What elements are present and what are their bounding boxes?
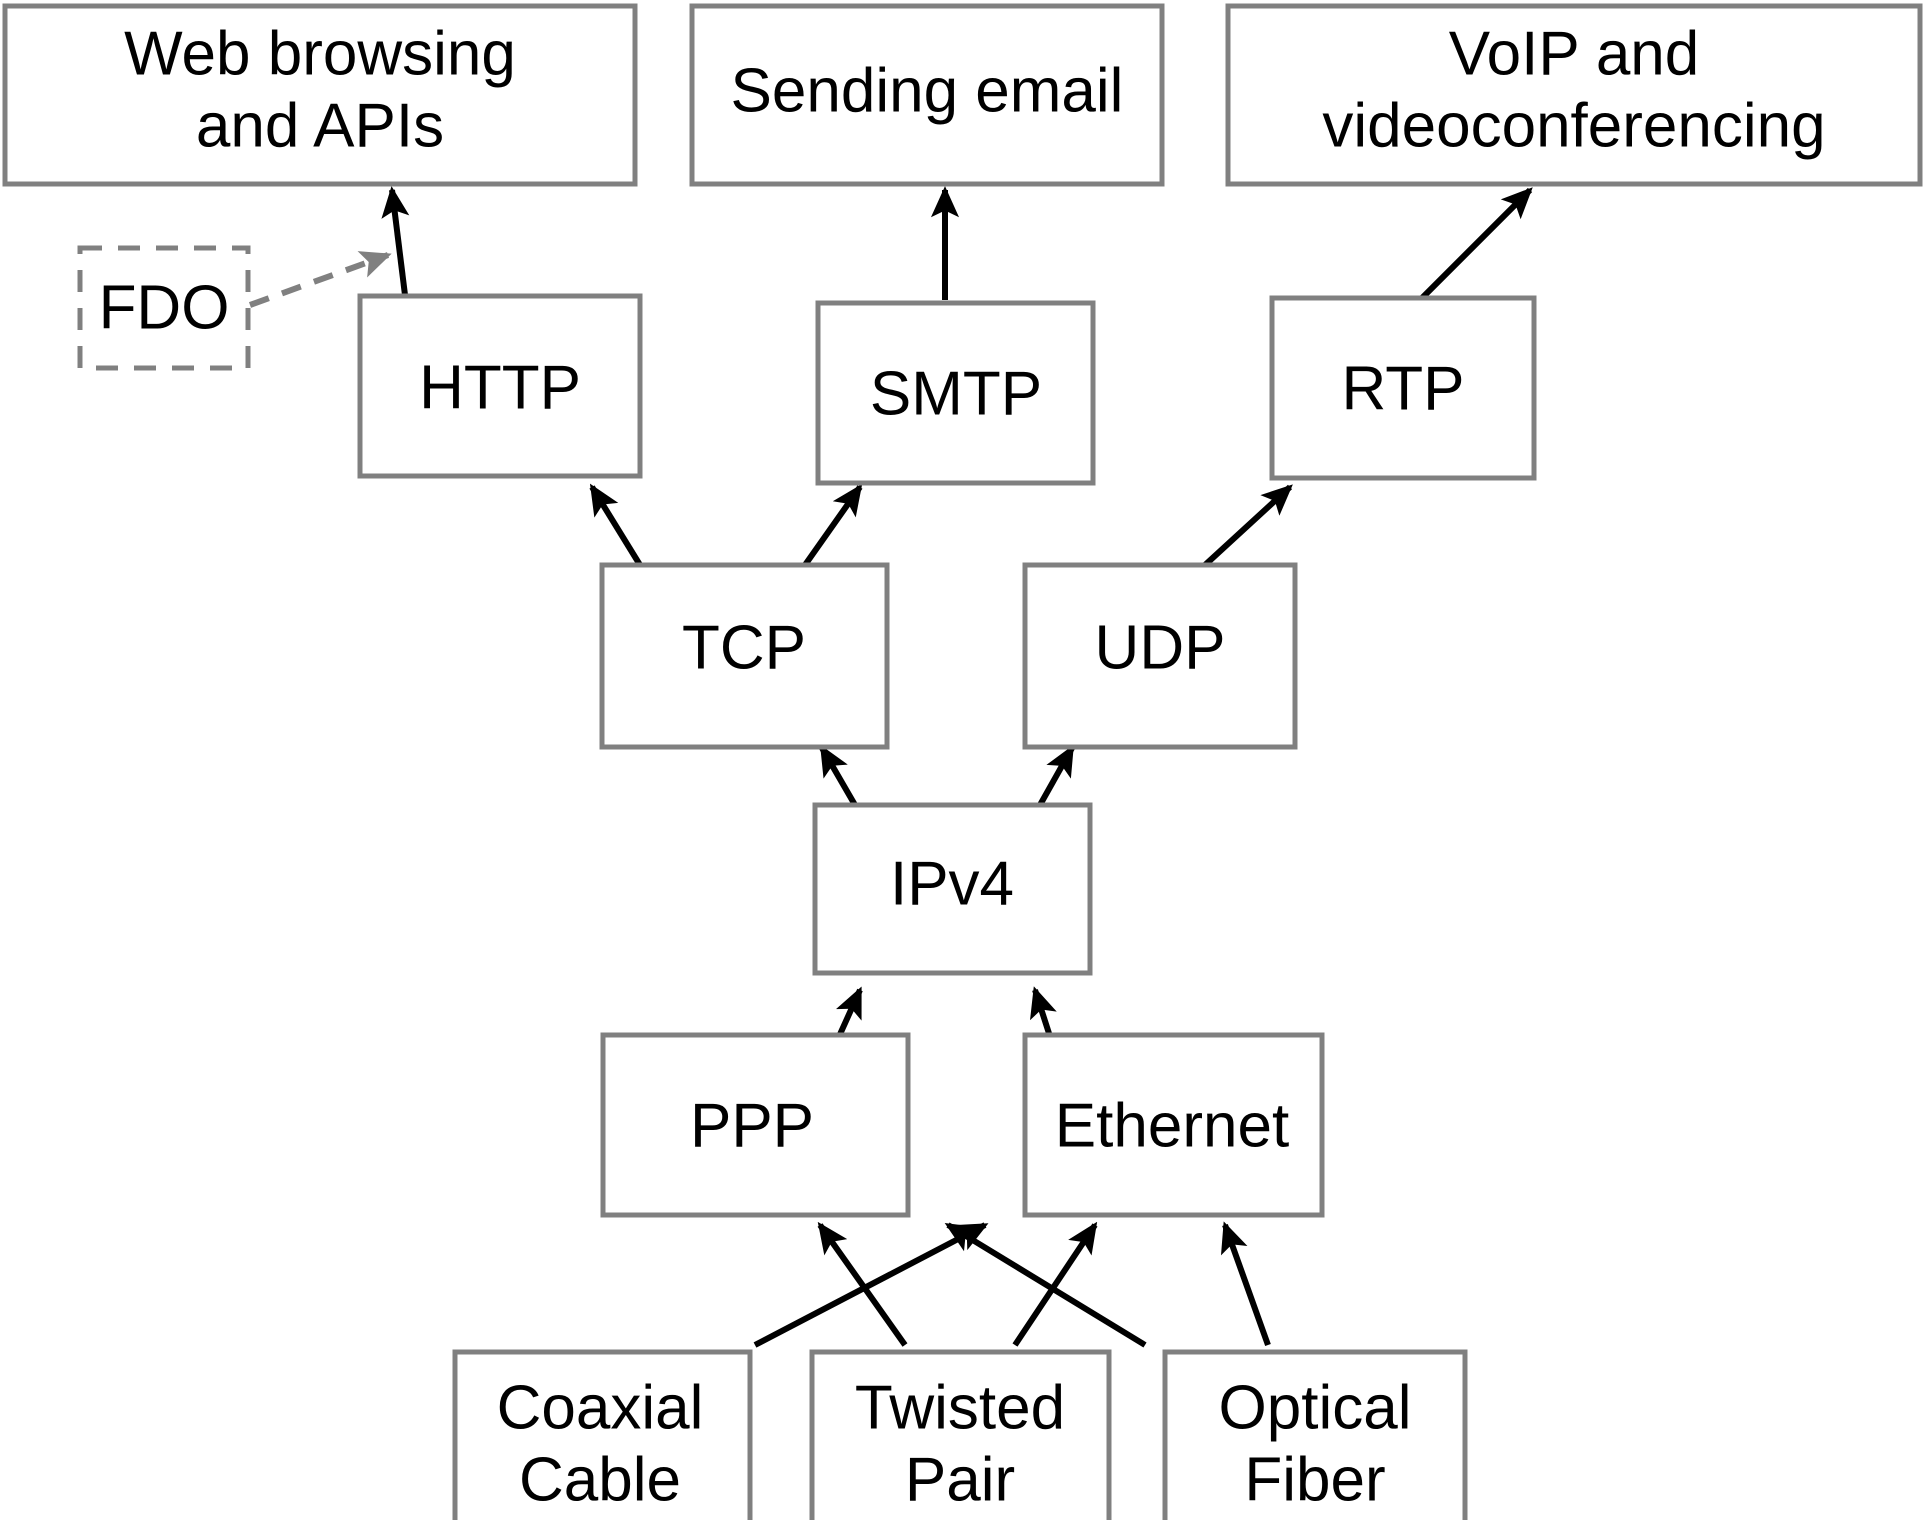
node-twisted-pair-label-line2: Pair (905, 1445, 1015, 1514)
node-optical-fiber-label-line1: Optical (1219, 1373, 1412, 1442)
node-smtp[interactable]: SMTP (815, 300, 1096, 486)
edge-tcp-to-http (589, 483, 643, 567)
node-voip[interactable]: VoIP and videoconferencing (1225, 3, 1923, 187)
edge-twisted-to-ppp (817, 1221, 908, 1347)
node-http[interactable]: HTTP (357, 293, 643, 479)
node-fdo-label: FDO (99, 273, 230, 342)
node-ipv4[interactable]: IPv4 (812, 802, 1093, 976)
edge-twisted-to-ethernet (1012, 1221, 1098, 1347)
node-optical-fiber[interactable]: Optical Fiber (1162, 1349, 1468, 1520)
edge-udp-to-rtp (1202, 484, 1293, 568)
node-optical-fiber-label-line2: Fiber (1244, 1445, 1385, 1514)
node-web-browsing[interactable]: Web browsing and APIs (2, 3, 638, 187)
edge-tcp-to-smtp (802, 483, 863, 567)
node-web-browsing-label-line1: Web browsing (124, 19, 516, 88)
edge-ipv4-to-tcp (819, 744, 858, 807)
node-coaxial-cable-label-line1: Coaxial (497, 1373, 704, 1442)
edge-fiber-to-ppp (944, 1222, 1147, 1348)
node-http-label: HTTP (419, 353, 581, 422)
node-ethernet-label: Ethernet (1055, 1091, 1289, 1160)
node-rtp-label: RTP (1342, 354, 1465, 423)
node-ppp[interactable]: PPP (600, 1032, 911, 1218)
node-smtp-label: SMTP (870, 359, 1042, 428)
node-sending-email-label-line1: Sending email (731, 56, 1124, 125)
edge-ipv4-to-udp (1037, 744, 1075, 807)
node-twisted-pair[interactable]: Twisted Pair (809, 1349, 1112, 1520)
node-web-browsing-label-line2: and APIs (196, 91, 444, 160)
node-twisted-pair-label-line1: Twisted (855, 1373, 1065, 1442)
node-coaxial-cable-label-line2: Cable (519, 1445, 681, 1514)
node-tcp-label: TCP (682, 613, 806, 682)
node-ipv4-label: IPv4 (890, 849, 1014, 918)
node-ppp-label: PPP (690, 1091, 814, 1160)
node-udp-label: UDP (1095, 613, 1226, 682)
edge-fiber-to-ethernet (1220, 1221, 1271, 1347)
node-coaxial-cable[interactable]: Coaxial Cable (452, 1349, 753, 1520)
node-fdo[interactable]: FDO (77, 245, 251, 371)
node-udp[interactable]: UDP (1022, 562, 1298, 750)
node-tcp[interactable]: TCP (599, 562, 890, 750)
node-voip-label-line2: videoconferencing (1322, 91, 1825, 160)
diagram-canvas: Web browsing and APIs Sending email VoIP… (2, 3, 1923, 1520)
protocol-stack-diagram: Web browsing and APIs Sending email VoIP… (0, 0, 1924, 1520)
edge-coax-to-ethernet (753, 1222, 989, 1348)
node-voip-label-line1: VoIP and (1449, 19, 1700, 88)
edge-rtp-to-voip (1417, 187, 1533, 303)
node-rtp[interactable]: RTP (1269, 295, 1537, 481)
edge-http-to-web (381, 186, 410, 296)
node-sending-email[interactable]: Sending email (689, 3, 1165, 187)
node-ethernet[interactable]: Ethernet (1022, 1032, 1325, 1218)
